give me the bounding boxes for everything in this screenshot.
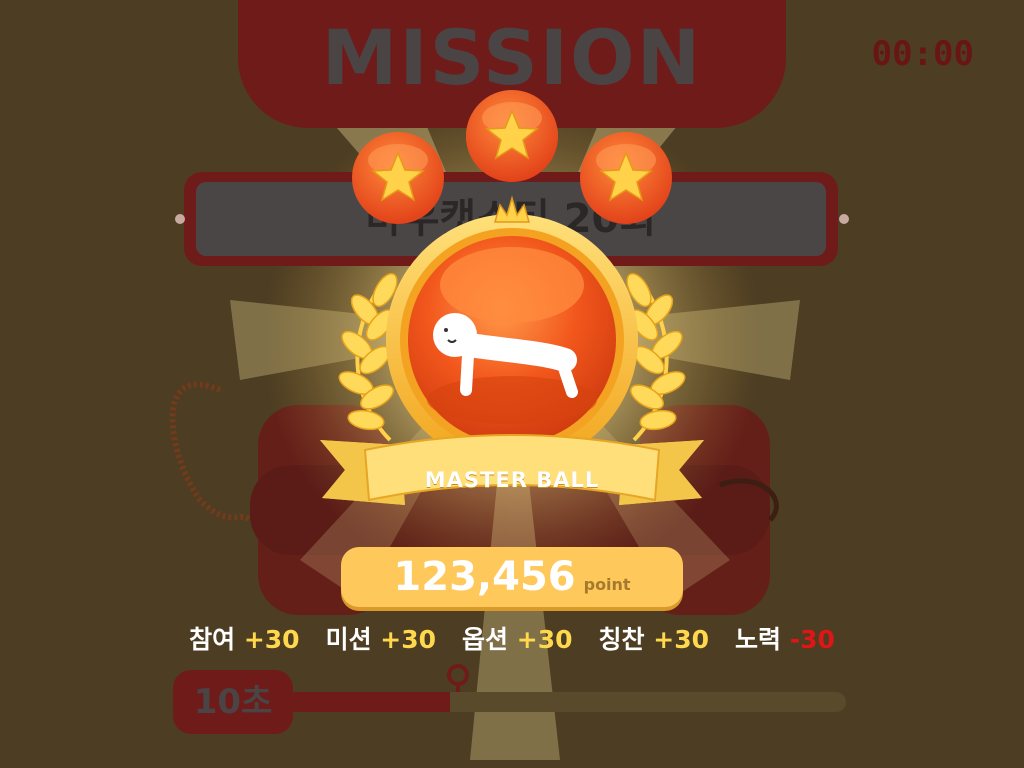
badge-name: MASTER BALL	[424, 468, 600, 492]
star-orb-left	[352, 132, 444, 224]
score-item-effort: 노력 -30	[735, 625, 835, 654]
score-breakdown: 참여 +30 미션 +30 옵션 +30 칭찬 +30 노력 -30	[0, 620, 1024, 660]
score-item-praise: 칭찬 +30	[598, 625, 710, 654]
star-orb-center	[466, 90, 558, 182]
score-item-participation: 참여 +30	[189, 625, 300, 654]
score-item-option: 옵션 +30	[462, 625, 573, 654]
star-orb-right	[580, 132, 672, 224]
points-display: 123,456 point	[341, 547, 683, 607]
score-item-mission: 미션 +30	[325, 625, 437, 654]
time-progress-fill	[280, 692, 450, 712]
points-unit: point	[583, 575, 631, 594]
crown-icon	[493, 195, 531, 223]
time-remaining-label: 10초	[193, 682, 273, 722]
points-value: 123,456	[393, 554, 576, 600]
